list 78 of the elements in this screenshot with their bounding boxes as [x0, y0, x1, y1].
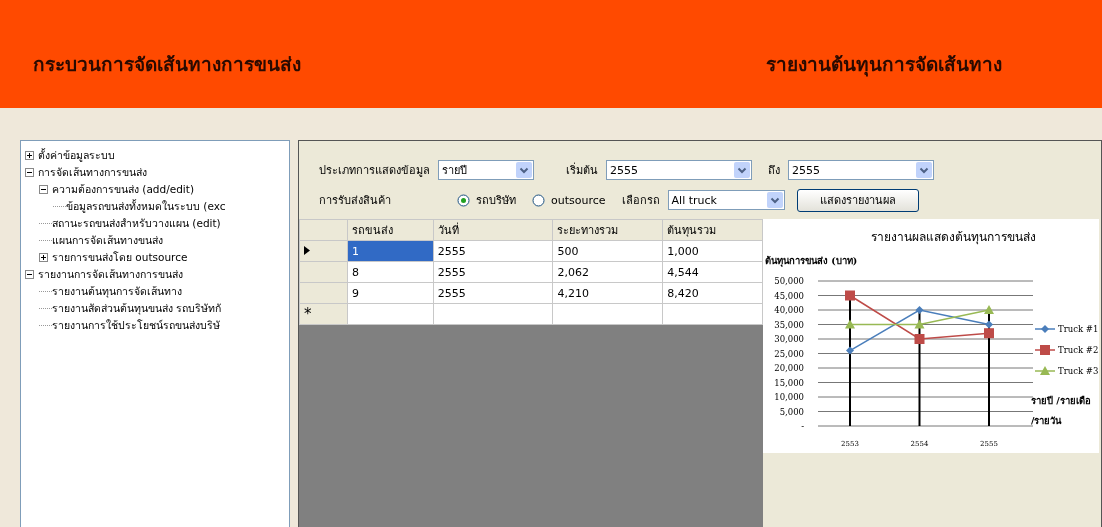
tree-item[interactable]: รายงานการใช้ประโยชน์รถขนส่งบริษั	[52, 317, 220, 334]
table-cell: 500	[552, 240, 663, 262]
point	[914, 334, 925, 344]
tree-item[interactable]: รายงานสัดส่วนต้นทุนขนส่ง รถบริษัทกั	[52, 300, 222, 317]
table-cell: 2555	[433, 282, 553, 304]
column-header[interactable]: ระยะทางรวม	[552, 219, 663, 241]
tick-label: 30,000	[774, 334, 804, 344]
current-row-icon	[304, 245, 310, 255]
page-title: รายงานต้นทุนการจัดเส้นทาง	[766, 52, 1002, 79]
column-header[interactable]: วันที่	[433, 219, 553, 241]
tick-label: 15,000	[774, 377, 804, 388]
truck-dropdown[interactable]: All truck	[667, 190, 785, 210]
tree-item[interactable]: รายงานต้นทุนการจัดเส้นทาง	[52, 283, 182, 300]
legend-label: Truck #2	[1058, 345, 1099, 355]
tick-label: 10,000	[774, 392, 804, 402]
collapse-icon[interactable]	[25, 270, 34, 279]
point	[984, 328, 994, 339]
display-type-dropdown[interactable]: รายปี	[438, 160, 534, 180]
legend-label: Truck #1	[1058, 324, 1099, 334]
point	[846, 346, 854, 355]
legend-marker-icon	[1034, 345, 1056, 355]
start-dropdown[interactable]: 2555	[606, 160, 752, 180]
tick-label: 50,000	[774, 276, 804, 286]
field-label: ประเภทการแสดงข้อมูล	[319, 163, 430, 179]
legend-marker-icon	[1034, 325, 1056, 333]
show-report-button[interactable]: แสดงรายงานผล	[796, 188, 919, 212]
table-cell: 8,420	[662, 282, 763, 304]
tick-label: 25,000	[774, 348, 804, 359]
tree-item[interactable]: สถานะรถขนส่งสำหรับวางแผน (edit)	[52, 215, 221, 232]
column-header[interactable]: รถขนส่ง	[347, 219, 434, 241]
expand-icon[interactable]	[25, 151, 34, 160]
radio-icon[interactable]	[532, 193, 545, 207]
tree-item[interactable]: แผนการจัดเส้นทางขนส่ง	[52, 232, 163, 249]
expand-icon[interactable]	[39, 253, 48, 262]
tick-label: 40,000	[774, 305, 804, 315]
tree-item[interactable]: ความต้องการขนส่ง (add/edit)	[52, 181, 194, 198]
point	[915, 306, 924, 314]
collapse-icon[interactable]	[39, 185, 48, 194]
table-cell: 2555	[433, 261, 553, 283]
legend-label: Truck #3	[1058, 366, 1099, 376]
tick-label: 5,000	[779, 406, 804, 417]
tick-label: 35,000	[774, 319, 804, 330]
field-label: ถึง	[768, 163, 780, 179]
tick-label: 45,000	[774, 290, 804, 301]
tree-item[interactable]: รายงานการจัดเส้นทางการขนส่ง	[38, 266, 183, 283]
column-header[interactable]: ต้นทุนรวม	[662, 219, 763, 241]
table-cell: 4,544	[662, 261, 763, 283]
app-title: กระบวนการจัดเส้นทางการขนส่ง	[33, 52, 301, 77]
new-row-marker: *	[304, 305, 312, 323]
tree-item[interactable]: ข้อมูลรถขนส่งทั้งหมดในระบบ (exc	[66, 198, 226, 215]
table-cell: 2,062	[552, 261, 663, 283]
table-cell: 9	[347, 282, 434, 304]
tick-label: 20,000	[774, 363, 804, 373]
table-cell: 8	[347, 261, 434, 283]
point	[984, 305, 994, 314]
legend-marker-icon	[1034, 366, 1056, 375]
tree-item[interactable]: การจัดเส้นทางการขนส่ง	[38, 164, 147, 181]
point	[914, 319, 925, 329]
collapse-icon[interactable]	[25, 168, 34, 177]
end-dropdown[interactable]: 2555	[788, 160, 934, 180]
point	[845, 290, 855, 301]
table-cell: 1,000	[662, 240, 763, 262]
axis-title: รายปี /รายเดือ /รายวัน	[1031, 394, 1092, 428]
table-cell: 2555	[433, 240, 553, 262]
axis-title: ต้นทุนการขนส่ง (บาท)	[765, 255, 858, 266]
radio-button[interactable]: outsource	[532, 193, 606, 207]
field-label: การรับส่งสินค้า	[319, 193, 392, 209]
point	[845, 319, 855, 329]
radio-button[interactable]: รถบริษัท	[457, 191, 516, 209]
radio-icon[interactable]	[457, 193, 470, 207]
tick-label: -	[801, 421, 804, 431]
chart-title: รายงานผลแสดงต้นทุนการขนส่ง	[870, 230, 1036, 244]
field-label: เลือกรถ	[621, 193, 660, 209]
field-label: เริ่มต้น	[566, 161, 598, 179]
table-cell: 4,210	[552, 282, 663, 304]
tree-item[interactable]: รายการขนส่งโดย outsource	[52, 249, 188, 266]
tree-item[interactable]: ตั้งค่าข้อมูลระบบ	[38, 147, 115, 164]
point	[985, 320, 993, 329]
